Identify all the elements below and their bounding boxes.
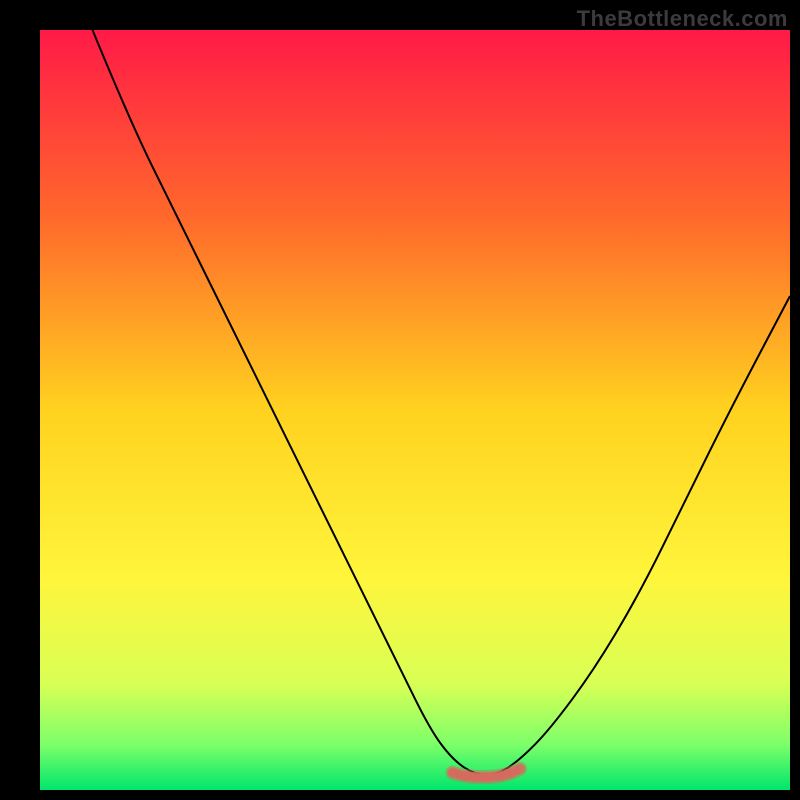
chart-container: TheBottleneck.com: [0, 0, 800, 800]
chart-svg: [0, 0, 800, 800]
chart-background: [40, 30, 790, 790]
watermark-text: TheBottleneck.com: [577, 6, 788, 32]
